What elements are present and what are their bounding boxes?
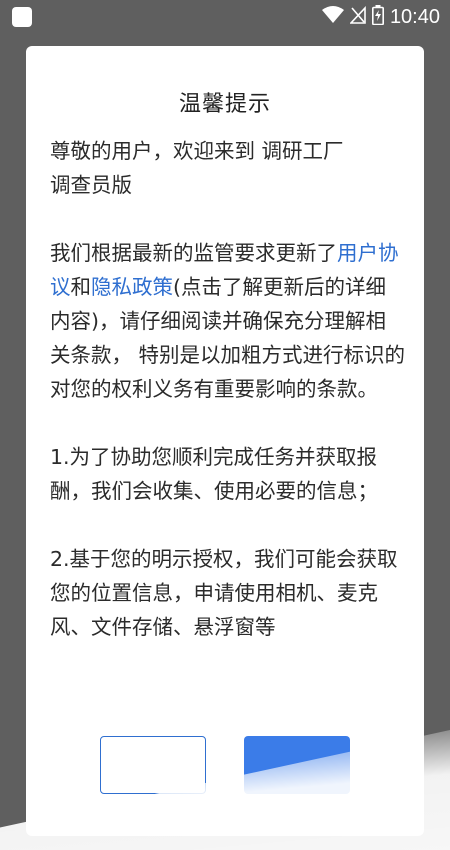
- greeting-paragraph: 尊敬的用户，欢迎来到 调研工厂 调查员版: [50, 134, 406, 202]
- greeting-line-1: 尊敬的用户，欢迎来到 调研工厂: [50, 139, 344, 163]
- greeting-line-2: 调查员版: [50, 173, 132, 197]
- status-icons: 10:40: [321, 4, 440, 30]
- no-signal-icon: [349, 5, 366, 28]
- privacy-policy-link[interactable]: 隐私政策: [91, 275, 173, 299]
- item-1: 1.为了协助您顺利完成任务并获取报酬，我们会收集、使用必要的信息；: [50, 445, 378, 503]
- policy-paragraph: 我们根据最新的监管要求更新了用户协议和隐私政策(点击了解更新后的详细内容)，请仔…: [50, 236, 406, 406]
- agree-button[interactable]: [244, 736, 350, 794]
- dialog-content: 尊敬的用户，欢迎来到 调研工厂 调查员版 我们根据最新的监管要求更新了用户协议和…: [50, 134, 406, 678]
- wifi-icon: [321, 6, 344, 28]
- dialog-title: 温馨提示: [178, 92, 271, 117]
- app-square-icon: [12, 7, 32, 27]
- status-time: 10:40: [389, 6, 440, 28]
- disagree-button[interactable]: [100, 736, 206, 794]
- policy-text-1: 我们根据最新的监管要求更新了: [50, 241, 337, 265]
- privacy-dialog: 温馨提示 尊敬的用户，欢迎来到 调研工厂 调查员版 我们根据最新的监管要求更新了…: [26, 46, 424, 836]
- status-bar: 10:40: [0, 0, 450, 34]
- item-2: 2.基于您的明示授权，我们可能会获取您的位置信息，申请使用相机、麦克风、文件存储…: [50, 547, 398, 639]
- and-text: 和: [70, 275, 92, 299]
- battery-charging-icon: [371, 5, 384, 29]
